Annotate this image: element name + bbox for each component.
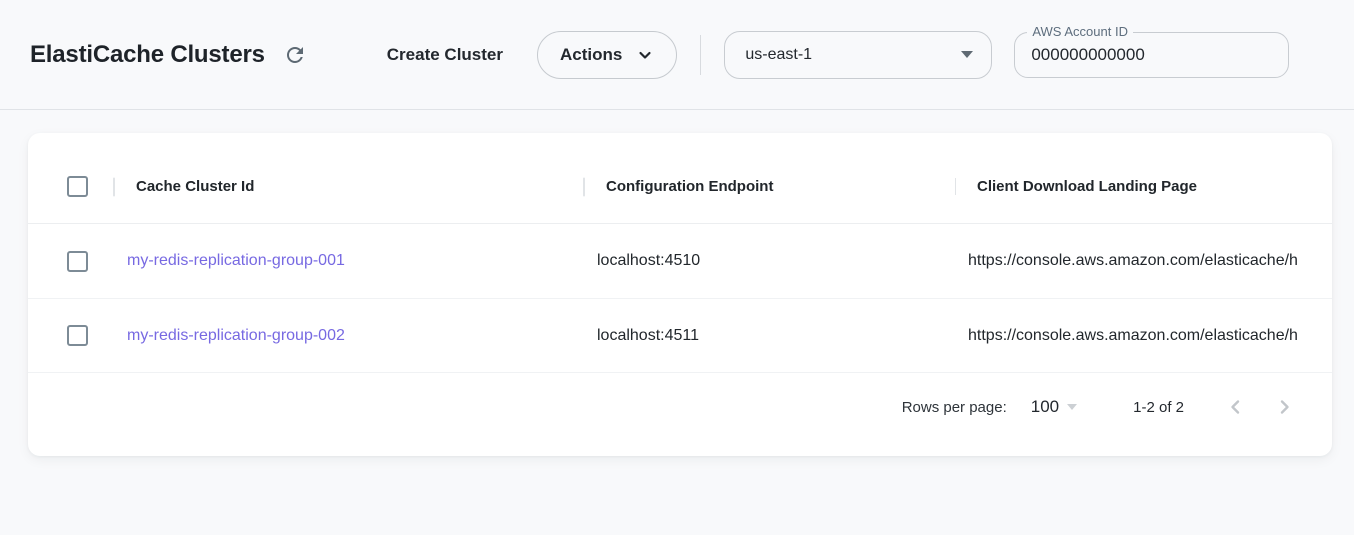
account-id-input[interactable] xyxy=(1015,45,1288,65)
row-checkbox-cell xyxy=(28,251,114,272)
table-row: my-redis-replication-group-002 localhost… xyxy=(28,299,1332,373)
rows-per-page-value: 100 xyxy=(1031,397,1059,417)
chevron-right-icon xyxy=(1274,397,1294,417)
prev-page-button[interactable] xyxy=(1224,395,1248,419)
row-checkbox[interactable] xyxy=(67,325,88,346)
row-checkbox-cell xyxy=(28,325,114,346)
table-header-row: Cache Cluster Id Configuration Endpoint … xyxy=(28,150,1332,224)
clusters-card: Cache Cluster Id Configuration Endpoint … xyxy=(28,133,1332,456)
cache-cluster-id-cell: my-redis-replication-group-002 xyxy=(114,327,584,345)
row-checkbox[interactable] xyxy=(67,251,88,272)
cluster-id-link[interactable]: my-redis-replication-group-002 xyxy=(127,327,345,344)
next-page-button[interactable] xyxy=(1272,395,1296,419)
elasticache-clusters-page: ElastiCache Clusters Create Cluster Acti… xyxy=(0,0,1354,535)
page-range-label: 1-2 of 2 xyxy=(1133,399,1184,416)
column-separator xyxy=(113,177,115,196)
column-header-label: Cache Cluster Id xyxy=(136,178,254,195)
column-header-cache-cluster-id[interactable]: Cache Cluster Id xyxy=(114,178,584,195)
cache-cluster-id-cell: my-redis-replication-group-001 xyxy=(114,252,584,270)
select-all-checkbox[interactable] xyxy=(67,176,88,197)
region-select[interactable]: us-east-1 xyxy=(724,31,992,79)
topbar: ElastiCache Clusters Create Cluster Acti… xyxy=(0,0,1354,110)
table-row: my-redis-replication-group-001 localhost… xyxy=(28,224,1332,299)
landing-page-cell: https://console.aws.amazon.com/elasticac… xyxy=(955,327,1332,345)
dropdown-arrow-icon xyxy=(961,51,973,58)
column-separator xyxy=(955,178,956,195)
configuration-endpoint-cell: localhost:4510 xyxy=(584,252,955,270)
page-title: ElastiCache Clusters xyxy=(30,41,265,69)
header-checkbox-cell xyxy=(28,176,114,197)
rows-per-page-label: Rows per page: xyxy=(902,399,1007,416)
create-cluster-button[interactable]: Create Cluster xyxy=(387,45,503,65)
landing-page-cell: https://console.aws.amazon.com/elasticac… xyxy=(955,252,1332,270)
topbar-divider xyxy=(700,35,701,75)
select-arrow-icon xyxy=(1067,404,1077,410)
column-header-client-download-landing-page[interactable]: Client Download Landing Page xyxy=(955,178,1332,195)
cluster-id-link[interactable]: my-redis-replication-group-001 xyxy=(127,252,345,269)
column-header-label: Client Download Landing Page xyxy=(977,178,1197,195)
account-id-label: AWS Account ID xyxy=(1027,24,1133,40)
table-footer: Rows per page: 100 1-2 of 2 xyxy=(28,373,1332,456)
chevron-down-icon xyxy=(636,46,654,64)
column-header-configuration-endpoint[interactable]: Configuration Endpoint xyxy=(584,178,955,195)
rows-per-page-select[interactable]: 100 xyxy=(1031,397,1077,417)
column-separator xyxy=(583,177,585,196)
chevron-left-icon xyxy=(1226,397,1246,417)
column-header-label: Configuration Endpoint xyxy=(606,178,773,195)
actions-button[interactable]: Actions xyxy=(537,31,677,79)
configuration-endpoint-cell: localhost:4511 xyxy=(584,327,955,345)
refresh-button[interactable] xyxy=(281,41,309,69)
refresh-icon xyxy=(283,43,307,67)
account-id-field: AWS Account ID xyxy=(1014,32,1289,78)
region-select-value: us-east-1 xyxy=(745,46,812,64)
actions-button-label: Actions xyxy=(560,45,622,65)
